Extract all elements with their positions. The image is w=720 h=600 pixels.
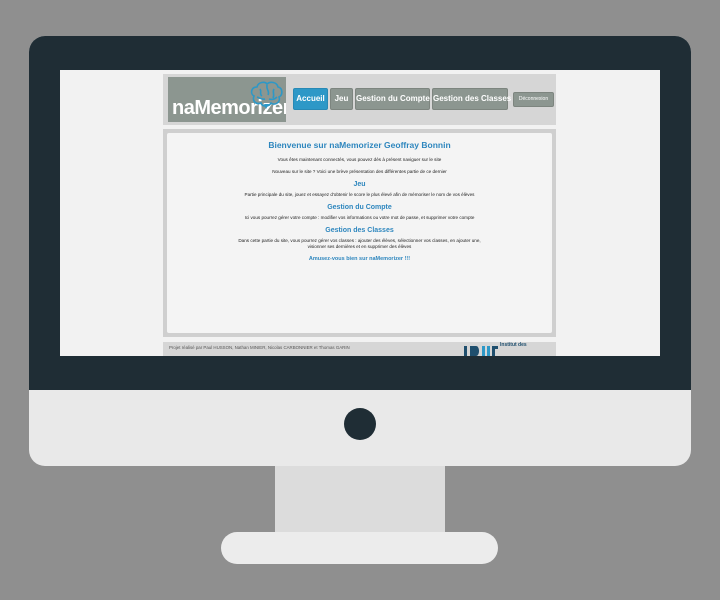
brain-icon [250, 81, 283, 109]
institute-name: Institut des [500, 342, 527, 348]
section-text-jeu: Partie principale du site, jouez et essa… [244, 192, 475, 197]
site-header: naMemorizer Accueil Jeu Gestion du Compt… [163, 74, 556, 125]
nav-gestion-compte[interactable]: Gestion du Compte [355, 88, 430, 110]
site-logo[interactable]: naMemorizer [168, 77, 286, 122]
nav-gestion-classes[interactable]: Gestion des Classes [432, 88, 511, 110]
monitor-base [221, 532, 498, 564]
institute-logo-icon [464, 346, 498, 356]
section-title-compte: Gestion du Compte [327, 204, 392, 211]
intro-text-1: Vous êtes maintenant connectés, vous pou… [277, 157, 442, 162]
footer-credits: Projet réalisé par Paul HUSSON, Nathan M… [169, 345, 350, 350]
site-footer: Projet réalisé par Paul HUSSON, Nathan M… [163, 342, 556, 356]
section-text-classes: Dans cette partie du site, vous pourrez … [238, 238, 481, 249]
content-frame: Bienvenue sur naMemorizer Geoffray Bonni… [163, 129, 556, 337]
monitor-logo-button [344, 408, 376, 440]
monitor: naMemorizer Accueil Jeu Gestion du Compt… [29, 36, 691, 466]
section-text-compte: Ici vous pourrez gérer votre compte : mo… [244, 215, 475, 220]
main-content: Bienvenue sur naMemorizer Geoffray Bonni… [167, 133, 552, 333]
monitor-stand [275, 466, 445, 534]
screen: naMemorizer Accueil Jeu Gestion du Compt… [60, 70, 660, 356]
closing-text: Amusez-vous bien sur naMemorizer !!! [308, 256, 411, 262]
intro-text-2: Nouveau sur le site ? Voici une brève pr… [272, 169, 447, 174]
section-title-classes: Gestion des Classes [325, 227, 394, 234]
nav-accueil[interactable]: Accueil [293, 88, 328, 110]
nav-jeu[interactable]: Jeu [330, 88, 353, 110]
website: naMemorizer Accueil Jeu Gestion du Compt… [163, 74, 556, 356]
welcome-title: Bienvenue sur naMemorizer Geoffray Bonni… [268, 140, 451, 150]
logout-button[interactable]: Déconnexion [513, 92, 554, 107]
section-title-jeu: Jeu [353, 181, 366, 188]
